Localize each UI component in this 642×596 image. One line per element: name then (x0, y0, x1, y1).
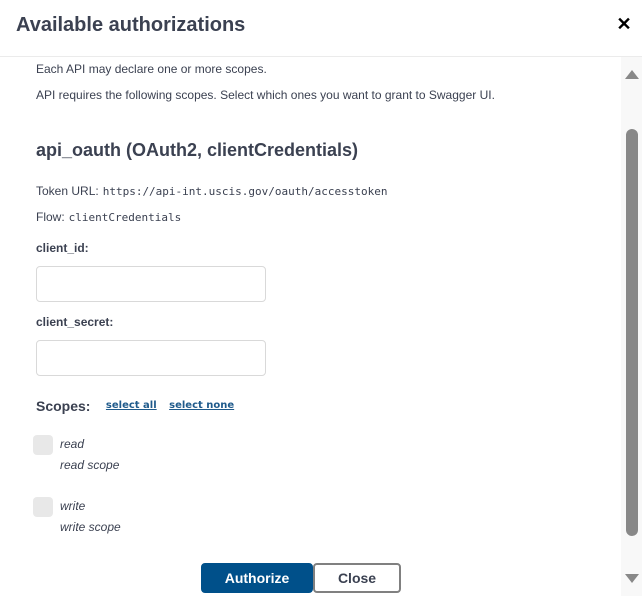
scope-name: read (60, 437, 85, 451)
select-none-link[interactable]: select none (169, 400, 234, 411)
scope-name: write (60, 499, 86, 513)
scope-read-checkbox[interactable] (33, 435, 53, 455)
close-icon[interactable]: ✕ (614, 13, 634, 35)
scope-item-read: read read scope (33, 435, 333, 485)
scopes-instructions: API requires the following scopes. Selec… (36, 88, 495, 102)
client-id-input[interactable] (36, 266, 266, 302)
flow-value: clientCredentials (68, 211, 182, 224)
modal-title: Available authorizations (16, 14, 246, 36)
token-url-line: Token URL: https://api-int.uscis.gov/oaut… (36, 184, 387, 198)
scrollbar-thumb[interactable] (626, 129, 638, 536)
flow-label: Flow: (36, 210, 65, 224)
scopes-description: Each API may declare one or more scopes. (36, 62, 267, 76)
scope-description: read scope (60, 458, 120, 472)
client-secret-label: client_secret: (36, 315, 114, 329)
vertical-scrollbar[interactable] (621, 57, 642, 596)
scope-description: write scope (60, 520, 121, 534)
select-all-link[interactable]: select all (106, 400, 157, 411)
scopes-label: Scopes: (36, 397, 91, 414)
close-button[interactable]: Close (313, 563, 401, 593)
token-url-label: Token URL: (36, 184, 99, 198)
token-url-value: https://api-int.uscis.gov/oauth/accessto… (102, 185, 388, 198)
modal-header: Available authorizations ✕ (0, 0, 642, 57)
client-secret-input[interactable] (36, 340, 266, 376)
flow-line: Flow: clientCredentials (36, 210, 181, 224)
scroll-down-arrow-icon[interactable] (625, 574, 639, 583)
scroll-up-arrow-icon[interactable] (625, 70, 639, 79)
modal-body: Each API may declare one or more scopes.… (0, 57, 621, 596)
scope-write-checkbox[interactable] (33, 497, 53, 517)
scope-item-write: write write scope (33, 497, 333, 547)
scopes-header: Scopes: select all select none (36, 397, 234, 415)
client-id-label: client_id: (36, 241, 89, 255)
auth-scheme-title: api_oauth (OAuth2, clientCredentials) (36, 140, 359, 160)
authorize-button[interactable]: Authorize (201, 563, 313, 593)
